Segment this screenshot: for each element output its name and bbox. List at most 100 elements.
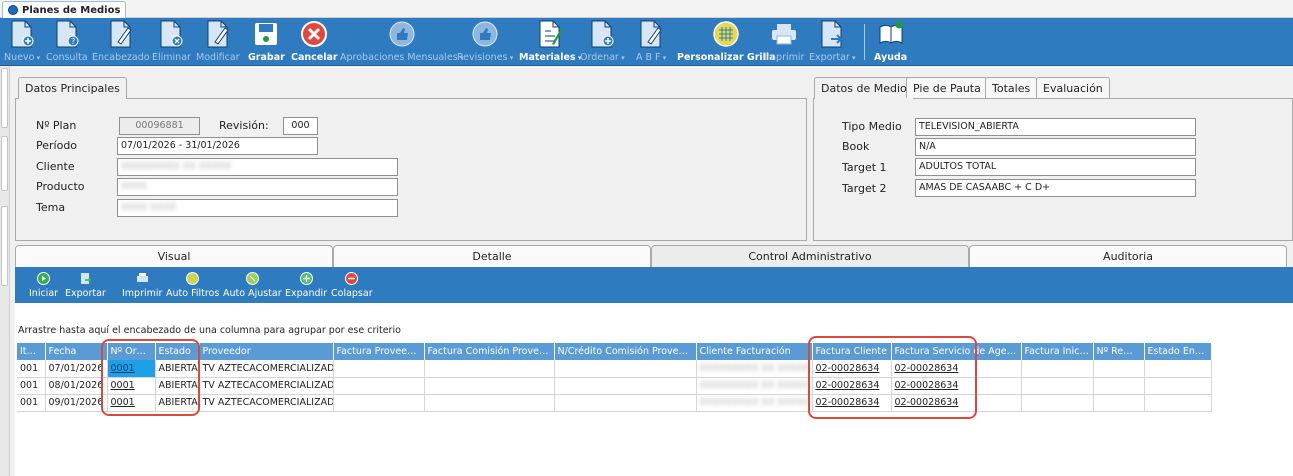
table-cell[interactable]: 02-00028634 [891,360,1022,378]
toolbar-imprimir-button[interactable]: Imprimir [764,20,804,63]
toolbar-button-label: Personalizar Grilla [677,52,776,63]
toolbar-personalizar-grilla-button[interactable]: Personalizar Grilla [677,20,776,63]
table-cell [1144,360,1212,378]
tab-totales[interactable]: Totales [985,77,1038,98]
grid-toolbar-colapsar-button[interactable]: Colapsar [331,271,373,299]
periodo-field[interactable]: 07/01/2026 - 31/01/2026 [117,137,318,155]
tab-evaluacion[interactable]: Evaluación [1036,77,1110,98]
toolbar-a-b-f-button[interactable]: A B F ▾ [636,20,666,63]
toolbar-modificar-button[interactable]: Modificar [196,20,240,63]
table-row[interactable]: 001 09/01/2026 0001 ABIERTA TV AZTECACOMERCI… [17,394,1212,412]
table-cell[interactable]: 02-00028634 [891,377,1022,395]
producto-field[interactable]: XXXX [117,178,398,196]
table-row[interactable]: 001 07/01/2026 0001 ABIERTA TV AZTECACOMERCI… [17,360,1212,378]
tab-detalle[interactable]: Detalle [333,245,651,267]
toolbar-cancelar-button[interactable]: Cancelar [291,20,338,63]
column-header[interactable]: Item [17,343,46,360]
grid-toolbar-label: Auto Filtros [166,288,220,299]
table-cell[interactable]: 02-00028634 [812,377,892,395]
target1-field[interactable]: ADULTOS TOTAL [915,158,1196,176]
column-header[interactable]: Estado [155,343,200,360]
toolbar-grabar-button[interactable]: Grabar [248,20,285,63]
table-cell[interactable]: 0001 [107,394,156,412]
grid-toolbar-auto-ajustar-button[interactable]: Auto Ajustar [223,271,282,299]
table-cell: TV AZTECACOMERCIALIZADO [199,394,334,412]
toolbar-consulta-button[interactable]: ? Consulta [46,20,88,63]
toolbar-label-row: Exportar ▾ [809,52,856,63]
toolbar-ordenar-button[interactable]: Ordenar ▾ [580,20,625,63]
table-cell[interactable]: 0001 [107,360,156,378]
table-cell[interactable]: 02-00028634 [812,360,892,378]
table-cell: ABIERTA [155,360,200,378]
toolbar-button-label: Ordenar [580,52,619,63]
column-header[interactable]: Factura Servicio de Agen... [891,343,1022,360]
modify-icon [204,20,232,48]
target2-field[interactable]: AMAS DE CASAABC + C D+ [915,179,1196,197]
gutter-handle[interactable] [1,206,8,286]
tipo-medio-field[interactable]: TELEVISION_ABIERTA [915,118,1196,136]
table-cell [424,360,555,378]
toolbar-exportar-button[interactable]: Exportar ▾ [809,20,856,63]
column-header[interactable]: Nº Remito [1093,343,1145,360]
toolbar-materiales-button[interactable]: Materiales ▾ [519,20,582,63]
printer-icon [135,271,149,285]
grid-toolbar-exportar-button[interactable]: Exportar [65,271,106,299]
grid-toolbar-iniciar-button[interactable]: Iniciar [29,271,58,299]
toolbar-button-label: Grabar [248,52,285,63]
revision-field: 000 [283,117,318,135]
column-header[interactable]: Nº Orden [107,343,156,360]
column-header[interactable]: Factura Proveedor [333,343,425,360]
column-header[interactable]: Factura Cliente [812,343,892,360]
column-header[interactable]: Proveedor [199,343,334,360]
gutter-handle[interactable] [1,136,8,191]
periodo-label: Período [36,139,78,152]
table-cell[interactable]: 0001 [107,377,156,395]
book-field[interactable]: N/A [915,138,1196,156]
table-cell [554,360,697,378]
grid-toolbar-expandir-button[interactable]: Expandir [285,271,327,299]
table-cell [1021,377,1094,395]
table-cell [333,394,425,412]
cliente-field[interactable]: XXXXXXXXX XX XXXXX [117,158,398,176]
table-row[interactable]: 001 08/01/2026 0001 ABIERTA TV AZTECACOMERCI… [17,377,1212,395]
column-header[interactable]: Estado Envio [1144,343,1212,360]
toolbar-label-row: Materiales ▾ [519,52,582,63]
tab-pie-de-pauta[interactable]: Pie de Pauta [906,77,988,98]
column-header[interactable]: N/Crédito Comisión Provee... [554,343,697,360]
n-plan-field: 00096881 [119,117,200,135]
window-tab-planes[interactable]: Planes de Medios [2,1,127,18]
tab-visual[interactable]: Visual [15,245,333,267]
toolbar-revisiones-button[interactable]: Revisiones ▾ [457,20,513,63]
left-gutter [0,66,10,476]
column-header[interactable]: Factura Comisión Provee... [424,343,555,360]
grid-toolbar-label: Iniciar [29,288,59,299]
table-cell[interactable]: 02-00028634 [891,394,1022,412]
filter-icon [186,271,200,285]
tab-auditoria[interactable]: Auditoria [969,245,1287,267]
thumbs-up-icon [388,20,416,48]
toolbar-ayuda-button[interactable]: Ayuda [874,20,907,63]
toolbar-aprobaciones-mensuales-button[interactable]: Aprobaciones Mensuales ▾ [340,20,463,63]
grid-toolbar-imprimir-button[interactable]: Imprimir [122,271,162,299]
chevron-down-icon: ▾ [849,54,856,62]
tab-control-administrativo[interactable]: Control Administrativo [651,245,969,267]
cancel-icon [300,20,328,48]
table-cell[interactable]: 02-00028634 [812,394,892,412]
delete-doc-icon [157,20,185,48]
target2-label: Target 2 [842,182,887,195]
tema-field[interactable]: XXXX XXXX [117,199,398,217]
toolbar-nuevo-button[interactable]: Nuevo ▾ [4,20,40,63]
tab-datos-principales[interactable]: Datos Principales [18,77,127,99]
toolbar-label-row: A B F ▾ [636,52,666,63]
save-icon [252,20,280,48]
gutter-handle[interactable] [1,68,8,128]
toolbar-button-label: Materiales [519,52,576,63]
toolbar-eliminar-button[interactable]: Eliminar [152,20,191,63]
toolbar-encabezado-button[interactable]: Encabezado [92,20,150,63]
column-header[interactable]: Cliente Facturación [696,343,813,360]
tab-datos-de-medio[interactable]: Datos de Medio [814,77,914,99]
grid-toolbar-auto-filtros-button[interactable]: Auto Filtros [166,271,219,299]
tema-label: Tema [36,201,66,214]
column-header[interactable]: Factura Inicial [1021,343,1094,360]
column-header[interactable]: Fecha [45,343,108,360]
